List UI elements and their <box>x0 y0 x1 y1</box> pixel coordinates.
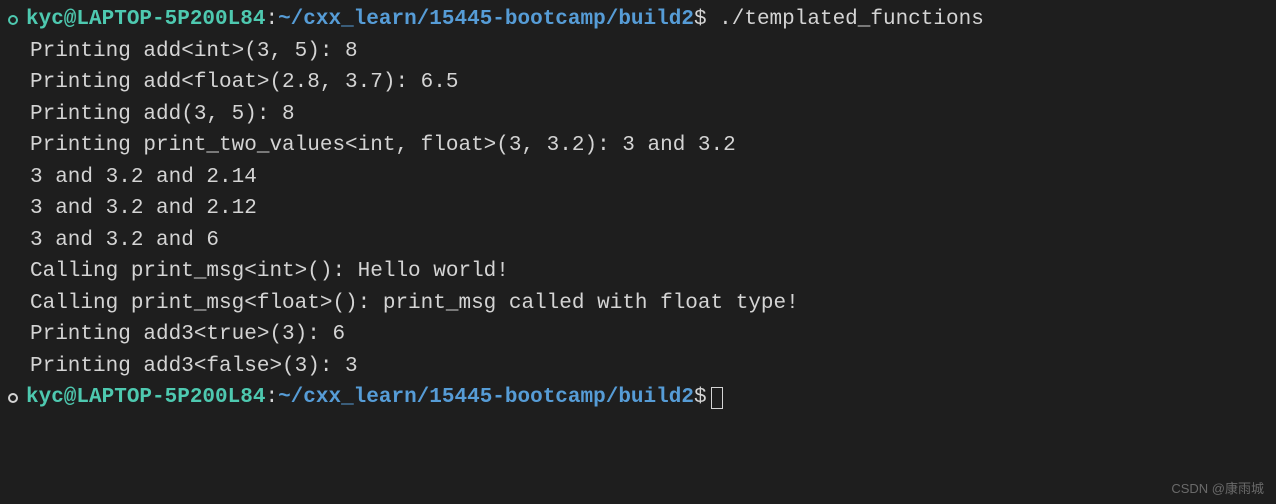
prompt-symbol: $ <box>694 382 707 414</box>
output-line: Printing print_two_values<int, float>(3,… <box>8 130 1276 162</box>
output-line: 3 and 3.2 and 6 <box>8 225 1276 257</box>
prompt-symbol: $ <box>694 4 707 36</box>
output-line: 3 and 3.2 and 2.14 <box>8 162 1276 194</box>
indicator-icon <box>8 15 18 25</box>
user-host: kyc@LAPTOP-5P200L84 <box>26 4 265 36</box>
working-directory: ~/cxx_learn/15445-bootcamp/build2 <box>278 382 694 414</box>
output-line: Printing add3<false>(3): 3 <box>8 351 1276 383</box>
prompt-line-1[interactable]: kyc@LAPTOP-5P200L84 : ~/cxx_learn/15445-… <box>8 4 1276 36</box>
separator-colon: : <box>265 4 278 36</box>
working-directory: ~/cxx_learn/15445-bootcamp/build2 <box>278 4 694 36</box>
command-text: ./templated_functions <box>707 4 984 36</box>
cursor-icon <box>711 387 723 409</box>
output-line: Printing add(3, 5): 8 <box>8 99 1276 131</box>
indicator-icon <box>8 393 18 403</box>
prompt-line-2[interactable]: kyc@LAPTOP-5P200L84 : ~/cxx_learn/15445-… <box>8 382 1276 414</box>
separator-colon: : <box>265 382 278 414</box>
output-line: Calling print_msg<float>(): print_msg ca… <box>8 288 1276 320</box>
user-host: kyc@LAPTOP-5P200L84 <box>26 382 265 414</box>
output-line: Printing add<float>(2.8, 3.7): 6.5 <box>8 67 1276 99</box>
output-line: Printing add<int>(3, 5): 8 <box>8 36 1276 68</box>
output-line: 3 and 3.2 and 2.12 <box>8 193 1276 225</box>
watermark-text: CSDN @康雨城 <box>1171 479 1264 499</box>
output-line: Calling print_msg<int>(): Hello world! <box>8 256 1276 288</box>
output-line: Printing add3<true>(3): 6 <box>8 319 1276 351</box>
